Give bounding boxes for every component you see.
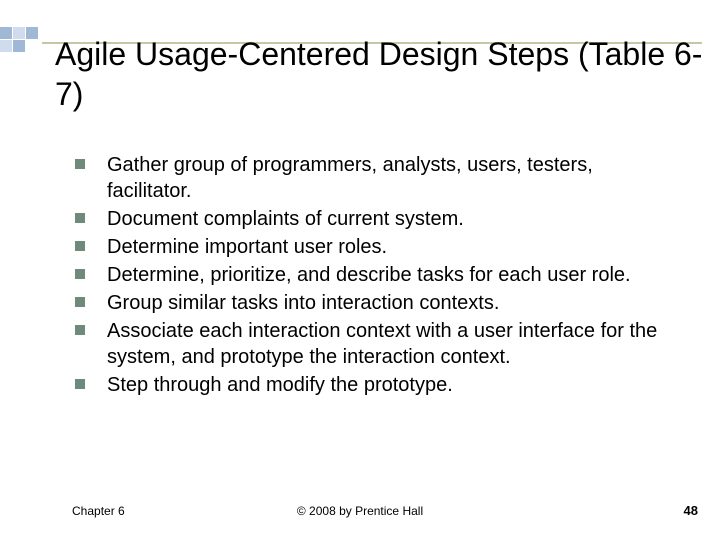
list-item: Determine important user roles.: [75, 234, 675, 260]
list-item-text: Associate each interaction context with …: [107, 318, 675, 370]
footer-copyright: © 2008 by Prentice Hall: [0, 504, 720, 518]
list-item-text: Gather group of programmers, analysts, u…: [107, 152, 675, 204]
bullet-square-icon: [75, 241, 85, 251]
list-item: Gather group of programmers, analysts, u…: [75, 152, 675, 204]
list-item-text: Step through and modify the prototype.: [107, 372, 453, 398]
header-decoration: [0, 18, 720, 32]
list-item: Document complaints of current system.: [75, 206, 675, 232]
deco-square: [13, 27, 25, 39]
list-item-text: Determine important user roles.: [107, 234, 387, 260]
list-item: Associate each interaction context with …: [75, 318, 675, 370]
slide-title: Agile Usage-Centered Design Steps (Table…: [55, 34, 720, 114]
list-item: Determine, prioritize, and describe task…: [75, 262, 675, 288]
list-item-text: Determine, prioritize, and describe task…: [107, 262, 631, 288]
bullet-square-icon: [75, 213, 85, 223]
list-item-text: Document complaints of current system.: [107, 206, 464, 232]
list-item: Group similar tasks into interaction con…: [75, 290, 675, 316]
bullet-square-icon: [75, 325, 85, 335]
list-item-text: Group similar tasks into interaction con…: [107, 290, 499, 316]
bullet-square-icon: [75, 379, 85, 389]
bullet-square-icon: [75, 159, 85, 169]
footer: Chapter 6 © 2008 by Prentice Hall 48: [0, 498, 720, 518]
list-item: Step through and modify the prototype.: [75, 372, 675, 398]
bullet-square-icon: [75, 297, 85, 307]
deco-square: [0, 27, 12, 39]
bullet-list: Gather group of programmers, analysts, u…: [75, 152, 675, 400]
footer-page-number: 48: [684, 503, 698, 518]
bullet-square-icon: [75, 269, 85, 279]
deco-square: [0, 40, 12, 52]
deco-square: [13, 40, 25, 52]
deco-square: [26, 27, 38, 39]
